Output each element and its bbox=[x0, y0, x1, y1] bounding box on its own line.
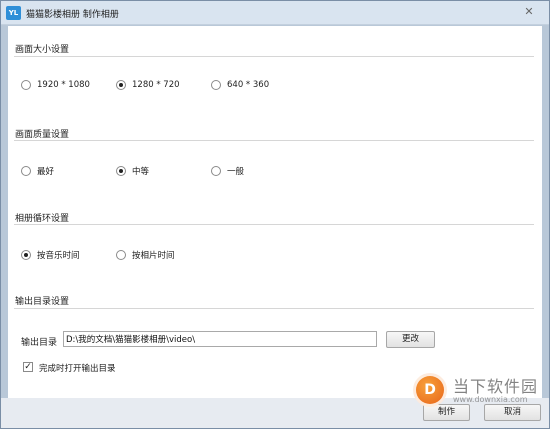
quality-section-title: 画面质量设置 bbox=[15, 130, 70, 140]
radio-label: 按相片时间 bbox=[132, 251, 175, 261]
radio-button[interactable] bbox=[116, 166, 126, 176]
open-dir-checkbox-label: 完成时打开输出目录 bbox=[39, 364, 116, 374]
radio-button[interactable] bbox=[21, 250, 31, 260]
radio-size-1920[interactable]: 1920 * 1080 bbox=[21, 80, 90, 90]
radio-loop-photo[interactable]: 按相片时间 bbox=[116, 249, 175, 261]
radio-size-640[interactable]: 640 * 360 bbox=[211, 80, 269, 90]
loop-section-title: 相册循环设置 bbox=[15, 214, 70, 224]
cancel-button[interactable]: 取消 bbox=[484, 404, 541, 421]
output-dir-label: 输出目录 bbox=[21, 338, 58, 348]
radio-label: 1920 * 1080 bbox=[37, 80, 90, 90]
radio-button[interactable] bbox=[116, 80, 126, 90]
radio-button[interactable] bbox=[21, 166, 31, 176]
output-dir-input[interactable] bbox=[63, 331, 377, 347]
size-section-title: 画面大小设置 bbox=[15, 45, 70, 55]
radio-button[interactable] bbox=[211, 166, 221, 176]
section-divider bbox=[14, 56, 534, 57]
app-logo-icon: YL bbox=[6, 6, 21, 20]
change-dir-button[interactable]: 更改 bbox=[386, 331, 435, 348]
radio-quality-best[interactable]: 最好 bbox=[21, 165, 54, 177]
radio-label: 按音乐时间 bbox=[37, 251, 80, 261]
radio-label: 中等 bbox=[132, 167, 150, 177]
title-bar[interactable]: YL 猫猫影楼相册 制作相册 ✕ bbox=[1, 1, 549, 25]
window-title: 猫猫影楼相册 制作相册 bbox=[26, 10, 119, 20]
section-divider bbox=[14, 224, 534, 225]
dialog-window: YL 猫猫影楼相册 制作相册 ✕ 画面大小设置 1920 * 1080 1280… bbox=[0, 0, 550, 429]
radio-button[interactable] bbox=[116, 250, 126, 260]
radio-label: 1280 * 720 bbox=[132, 80, 180, 90]
close-button[interactable]: ✕ bbox=[515, 5, 543, 20]
make-button[interactable]: 制作 bbox=[423, 404, 470, 421]
output-section-title: 输出目录设置 bbox=[15, 297, 70, 307]
radio-label: 640 * 360 bbox=[227, 80, 270, 90]
radio-quality-normal[interactable]: 一般 bbox=[211, 165, 244, 177]
section-divider bbox=[14, 308, 534, 309]
radio-button[interactable] bbox=[211, 80, 221, 90]
radio-label: 最好 bbox=[37, 167, 55, 177]
radio-button[interactable] bbox=[21, 80, 31, 90]
radio-size-1280[interactable]: 1280 * 720 bbox=[116, 80, 180, 90]
open-dir-checkbox[interactable]: ✓ bbox=[23, 362, 33, 372]
radio-label: 一般 bbox=[227, 167, 245, 177]
dialog-body: 画面大小设置 1920 * 1080 1280 * 720 640 * 360 … bbox=[8, 26, 542, 398]
radio-quality-medium[interactable]: 中等 bbox=[116, 165, 149, 177]
radio-loop-music[interactable]: 按音乐时间 bbox=[21, 249, 80, 261]
section-divider bbox=[14, 140, 534, 141]
